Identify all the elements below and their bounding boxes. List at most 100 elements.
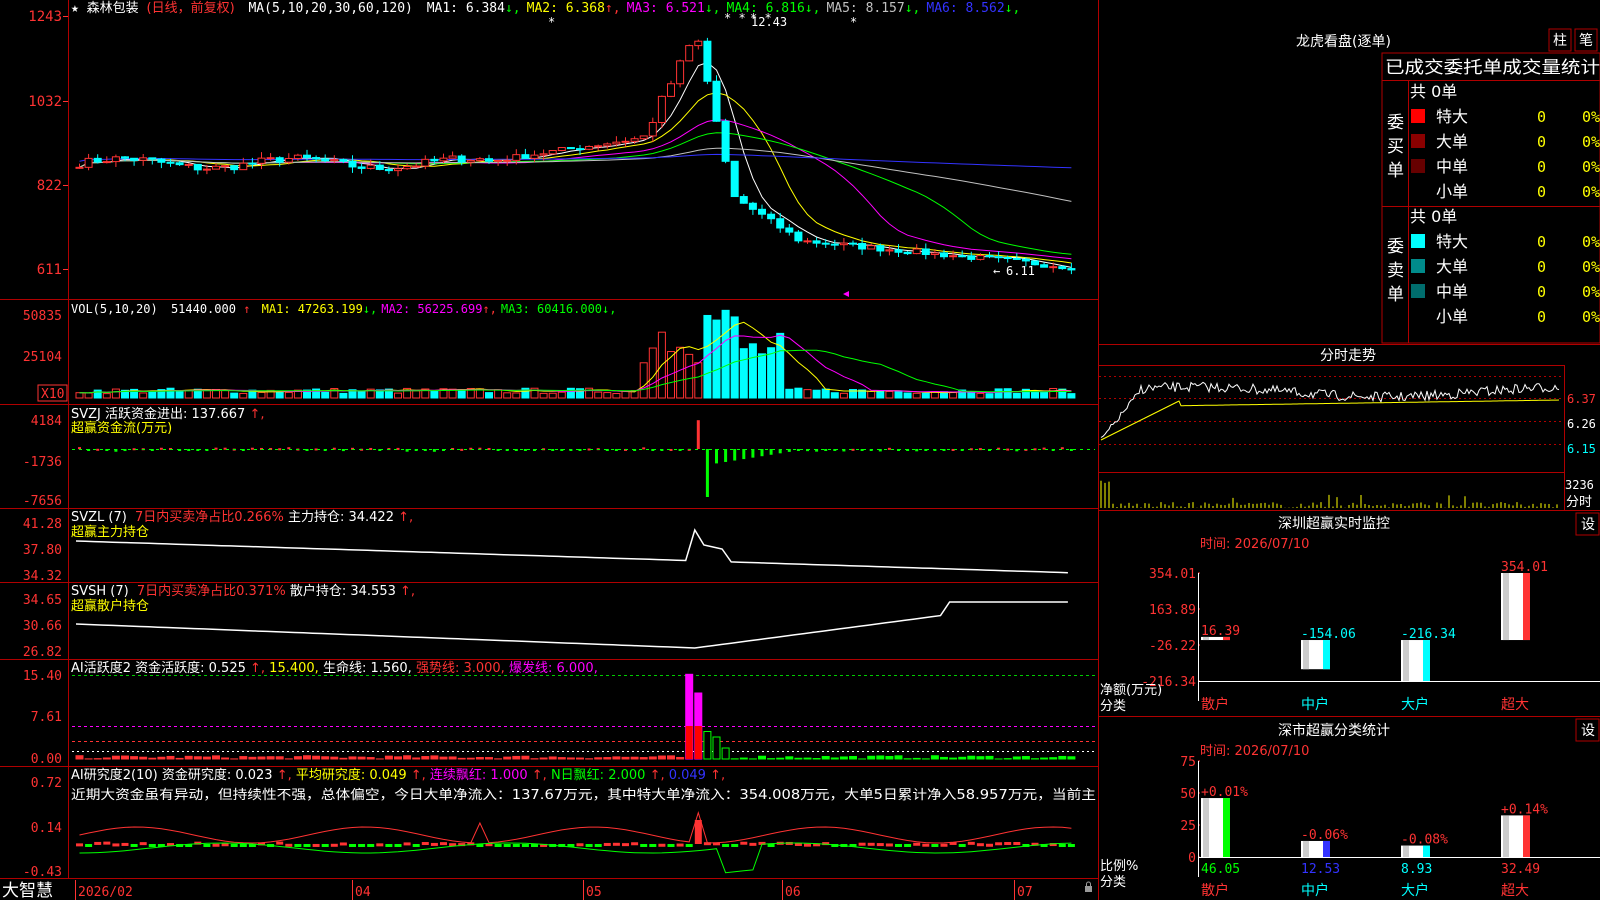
row-count: 0 xyxy=(1537,233,1546,251)
intraday-panel[interactable]: 分时走势 6.37 6.26 6.15 3236 分时 xyxy=(1099,345,1600,510)
volume-bar xyxy=(485,392,493,399)
ai-research-panel[interactable]: 0.72 0.14 -0.43 AI研究度2(10) 资金研究度: 0.023 … xyxy=(23,767,1096,880)
ma-value: MA5: 8.157 xyxy=(826,1,904,16)
ai-active-bar xyxy=(421,756,430,760)
row-count: 0 xyxy=(1537,133,1546,151)
candle xyxy=(885,249,894,252)
candle xyxy=(748,202,757,210)
volume-bar xyxy=(721,309,730,399)
ai-active-bar xyxy=(830,757,839,760)
candle xyxy=(803,240,812,243)
x-axis-label: 05 xyxy=(586,885,602,900)
ai-research-bar xyxy=(649,844,657,847)
bar-group xyxy=(1401,640,1430,681)
candle xyxy=(967,255,976,260)
svsh-tick: 26.82 xyxy=(23,645,62,660)
candle xyxy=(949,255,958,258)
svzl-tick: 37.80 xyxy=(23,543,62,558)
lock-shackle xyxy=(1086,881,1091,886)
candle xyxy=(312,157,321,160)
lhb-panel[interactable]: 龙虎看盘(逐单) 柱 笔 已成交委托单成交量统计 委买单 委卖单 共 0单 共 … xyxy=(1296,28,1600,344)
candle xyxy=(366,164,375,169)
svzj-bar xyxy=(796,449,800,451)
candle xyxy=(303,154,311,159)
ai-research-avg-line xyxy=(79,842,1072,874)
svsh-panel[interactable]: 34.65 30.66 26.82 SVSH (7) 7日内买卖净占比0.371… xyxy=(23,583,1068,660)
classify-time: 时间: 2026/07/10 xyxy=(1200,744,1309,759)
candle xyxy=(421,158,430,167)
ma-line xyxy=(79,147,1072,202)
vol-ma-arrow: ↑, xyxy=(482,302,496,316)
bar-category: 超大 xyxy=(1501,883,1529,899)
ai-research-bar xyxy=(221,843,229,847)
bar-accent xyxy=(1323,640,1330,670)
ai-research-bar xyxy=(804,843,811,847)
ai-research-bar xyxy=(667,844,675,847)
intraday-price-line xyxy=(1100,380,1560,438)
classify-panel[interactable]: 深市超赢分类统计 设 时间: 2026/07/10 75 50 25 0 +0.01% 4… xyxy=(1100,718,1600,899)
candle xyxy=(876,245,885,252)
ai-active-bar xyxy=(466,757,475,760)
ai-research-bar xyxy=(321,844,329,847)
candle xyxy=(630,138,639,142)
candle xyxy=(639,135,648,140)
volume-bar xyxy=(821,388,830,399)
candle xyxy=(612,141,621,145)
svzl-panel[interactable]: 41.28 37.80 34.32 SVZL (7) 7日内买卖净占比0.266… xyxy=(23,509,1068,584)
volume-bar xyxy=(557,391,566,399)
intraday-vol-tick: 3236 xyxy=(1565,478,1594,492)
ai-research-bar xyxy=(330,843,338,847)
candle xyxy=(566,147,575,150)
price-panel[interactable]: 12431032822611 12.43 ← 6.11 * * * * * * xyxy=(28,9,1076,297)
ai-research-bar xyxy=(867,842,875,846)
svzj-panel[interactable]: 4184 -1736 -7656 SVZJ 活跃资金进出: 137.667 ↑,… xyxy=(23,406,1095,509)
volume-bar xyxy=(1049,387,1058,399)
row-label: 大单 xyxy=(1436,132,1468,151)
ai-active-bar xyxy=(485,757,493,760)
bar-value-label: -0.06% xyxy=(1301,828,1348,843)
ai-research-bar xyxy=(876,843,884,847)
volume-bar xyxy=(394,392,402,399)
bar-group xyxy=(1201,798,1230,857)
volume-panel[interactable]: 50835 25104 X10 VOL(5,10,20) 51440.000 ↑… xyxy=(23,302,1076,402)
svzj-bar xyxy=(724,449,728,462)
candle xyxy=(248,162,257,165)
ai-active-bar xyxy=(312,755,321,760)
candle xyxy=(903,251,912,255)
ai-research-bar xyxy=(212,843,220,847)
volume-bar xyxy=(1003,388,1012,399)
bar-value-label: -216.34 xyxy=(1401,627,1456,642)
ma-arrow: ↓, xyxy=(505,1,521,16)
candle xyxy=(758,208,766,215)
buy-total: 共 0单 xyxy=(1410,82,1457,101)
monitor-panel[interactable]: 深圳超赢实时监控 设 时间: 2026/07/10 354.01 163.89 -2… xyxy=(1100,512,1600,714)
ai-active-bar xyxy=(321,756,330,760)
ai-research-bar xyxy=(885,843,893,847)
ai-active-bar xyxy=(403,755,412,760)
candle xyxy=(930,252,939,256)
candle xyxy=(239,162,248,171)
bar-shade xyxy=(1503,815,1509,857)
candle xyxy=(193,163,202,171)
ai-active-panel[interactable]: 15.40 7.61 0.00 AI活跃度2 资金活跃度: 0.525 ↑, 1… xyxy=(23,660,1095,767)
volume-bar xyxy=(430,390,439,399)
ai-active-bar-base xyxy=(694,726,702,759)
candle xyxy=(130,157,139,161)
ai-active-bar xyxy=(867,755,876,760)
volume-bar xyxy=(230,392,239,399)
classify-unit: 比例% xyxy=(1100,859,1138,874)
volume-bar xyxy=(676,346,685,399)
candle xyxy=(221,165,230,168)
bar-y-tick: 50 xyxy=(1180,787,1196,802)
volume-bar xyxy=(867,390,876,399)
volume-bar xyxy=(758,353,766,399)
candle xyxy=(830,243,839,246)
candle xyxy=(339,159,348,162)
volume-bar xyxy=(603,392,612,399)
row-count: 0 xyxy=(1537,283,1546,301)
lock-icon[interactable] xyxy=(1085,886,1092,892)
candle xyxy=(121,156,129,159)
candle xyxy=(448,155,457,159)
svzl-subtitle: 超赢主力持仓 xyxy=(71,524,149,540)
candle xyxy=(1012,257,1021,260)
